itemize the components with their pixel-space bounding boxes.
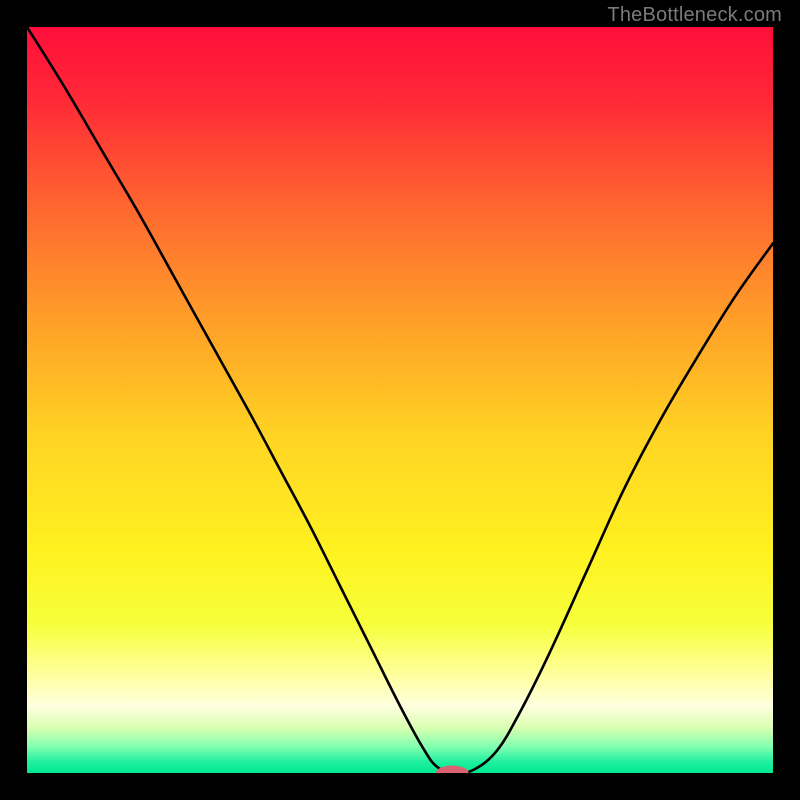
watermark-text: TheBottleneck.com: [607, 4, 782, 27]
bottleneck-chart: [27, 27, 773, 773]
chart-frame: TheBottleneck.com: [0, 0, 800, 800]
gradient-background: [27, 27, 773, 773]
